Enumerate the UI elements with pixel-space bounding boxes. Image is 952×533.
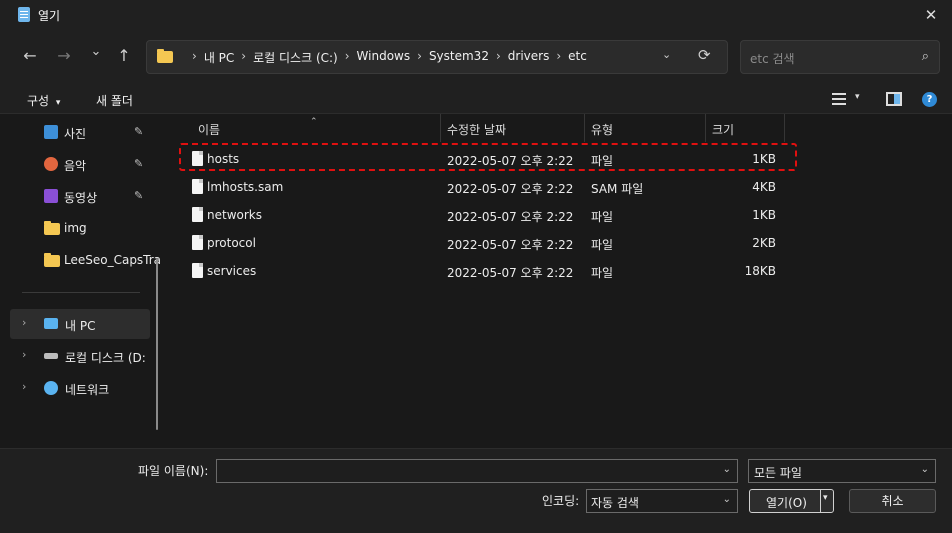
help-icon[interactable]: ? bbox=[922, 92, 937, 107]
folder-icon bbox=[44, 221, 60, 235]
file-icon bbox=[192, 207, 203, 222]
hosts-highlight-box bbox=[179, 143, 797, 171]
folder-icon bbox=[44, 253, 60, 267]
forward-button[interactable]: → bbox=[52, 44, 76, 68]
search-icon: ⌕ bbox=[921, 49, 929, 64]
cancel-button[interactable]: 취소 bbox=[849, 489, 936, 513]
organize-button[interactable]: 구성 ▾ bbox=[27, 92, 60, 109]
sidebar-item-videos[interactable]: 동영상 ✎ bbox=[10, 181, 150, 211]
filetype-select[interactable]: 모든 파일 ⌄ bbox=[748, 459, 936, 483]
notepad-icon bbox=[18, 7, 30, 22]
address-bar[interactable]: › 내 PC › 로컬 디스크 (C:) › Windows › System3… bbox=[146, 40, 728, 74]
video-icon bbox=[44, 189, 58, 203]
open-options-chevron-icon[interactable]: ▾ bbox=[823, 493, 828, 503]
encoding-label: 인코딩: bbox=[542, 494, 580, 508]
column-header-type[interactable]: 유형 bbox=[585, 114, 706, 142]
breadcrumb-item[interactable]: etc bbox=[568, 49, 587, 66]
drive-icon bbox=[44, 353, 58, 359]
sidebar-item-img[interactable]: img bbox=[10, 213, 150, 243]
pc-icon bbox=[44, 318, 58, 329]
chevron-down-icon: ⌄ bbox=[722, 494, 731, 505]
address-history-chevron-icon[interactable]: ⌄ bbox=[662, 48, 671, 61]
file-row-protocol[interactable]: protocol 2022-05-07 오후 2:22 파일 2KB bbox=[184, 229, 796, 257]
window-title: 열기 bbox=[38, 9, 61, 23]
encoding-select[interactable]: 자동 검색 ⌄ bbox=[586, 489, 738, 513]
split-divider bbox=[820, 490, 821, 512]
pin-icon: ✎ bbox=[134, 125, 144, 138]
file-icon bbox=[192, 179, 203, 194]
up-button[interactable]: ↑ bbox=[112, 44, 136, 68]
view-options-icon[interactable] bbox=[832, 93, 846, 105]
file-icon bbox=[192, 263, 203, 278]
column-header-date[interactable]: 수정한 날짜 bbox=[441, 114, 585, 142]
sidebar-item-local-disk-d[interactable]: › 로컬 디스크 (D: bbox=[10, 341, 150, 371]
pin-icon: ✎ bbox=[134, 189, 144, 202]
folder-icon bbox=[157, 49, 173, 63]
chevron-down-icon: ▾ bbox=[55, 98, 61, 108]
sidebar-item-leeseo-capstra[interactable]: LeeSeo_CapsTra bbox=[10, 245, 161, 275]
back-button[interactable]: ← bbox=[18, 44, 42, 68]
sidebar-item-this-pc[interactable]: › 내 PC bbox=[10, 309, 150, 339]
command-bar: 구성 ▾ 새 폴더 bbox=[0, 84, 952, 114]
preview-pane-icon[interactable] bbox=[886, 92, 902, 106]
chevron-down-icon: ⌄ bbox=[920, 464, 929, 475]
search-placeholder: etc 검색 bbox=[750, 52, 795, 66]
recent-locations-button[interactable]: ⌄ bbox=[84, 40, 108, 64]
breadcrumb-item[interactable]: System32 bbox=[429, 49, 489, 66]
filename-label: 파일 이름(N): bbox=[138, 464, 209, 478]
breadcrumb: › 내 PC › 로컬 디스크 (C:) › Windows › System3… bbox=[192, 49, 587, 66]
search-input[interactable]: etc 검색 ⌕ bbox=[740, 40, 940, 74]
filename-input[interactable]: ⌄ bbox=[216, 459, 738, 483]
sidebar-item-network[interactable]: › 네트워크 bbox=[10, 373, 150, 403]
breadcrumb-item[interactable]: 로컬 디스크 (C:) bbox=[253, 49, 338, 66]
pin-icon: ✎ bbox=[134, 157, 144, 170]
music-icon bbox=[44, 157, 58, 171]
sidebar-scrollbar[interactable] bbox=[156, 258, 158, 430]
breadcrumb-item[interactable]: 내 PC bbox=[204, 49, 234, 66]
chevron-down-icon[interactable]: ⌄ bbox=[723, 464, 731, 475]
sidebar-divider bbox=[22, 292, 140, 293]
file-row-lmhosts-sam[interactable]: lmhosts.sam 2022-05-07 오후 2:22 SAM 파일 4K… bbox=[184, 173, 796, 201]
breadcrumb-item[interactable]: drivers bbox=[508, 49, 550, 66]
breadcrumb-item[interactable]: Windows bbox=[357, 49, 411, 66]
expand-chevron-icon[interactable]: › bbox=[22, 380, 26, 393]
network-icon bbox=[44, 381, 58, 395]
view-options-chevron-icon[interactable]: ▾ bbox=[855, 92, 860, 102]
title-bar: 열기 ✕ bbox=[0, 0, 952, 30]
open-button[interactable]: 열기(O) ▾ bbox=[749, 489, 834, 513]
close-button[interactable]: ✕ bbox=[920, 4, 942, 26]
refresh-button[interactable]: ⟳ bbox=[698, 46, 711, 64]
column-header-size[interactable]: 크기 bbox=[706, 114, 785, 142]
sidebar-item-music[interactable]: 음악 ✎ bbox=[10, 149, 150, 179]
file-row-services[interactable]: services 2022-05-07 오후 2:22 파일 18KB bbox=[184, 257, 796, 285]
expand-chevron-icon[interactable]: › bbox=[22, 316, 26, 329]
file-icon bbox=[192, 235, 203, 250]
expand-chevron-icon[interactable]: › bbox=[22, 348, 26, 361]
navigation-pane: 사진 ✎ 음악 ✎ 동영상 ✎ img LeeSeo_CapsTra › 내 P… bbox=[10, 114, 161, 448]
new-folder-button[interactable]: 새 폴더 bbox=[96, 92, 133, 109]
file-row-networks[interactable]: networks 2022-05-07 오후 2:22 파일 1KB bbox=[184, 201, 796, 229]
sort-ascending-icon: ⌃ bbox=[310, 117, 318, 127]
photos-icon bbox=[44, 125, 58, 139]
sidebar-item-photos[interactable]: 사진 ✎ bbox=[10, 117, 150, 147]
